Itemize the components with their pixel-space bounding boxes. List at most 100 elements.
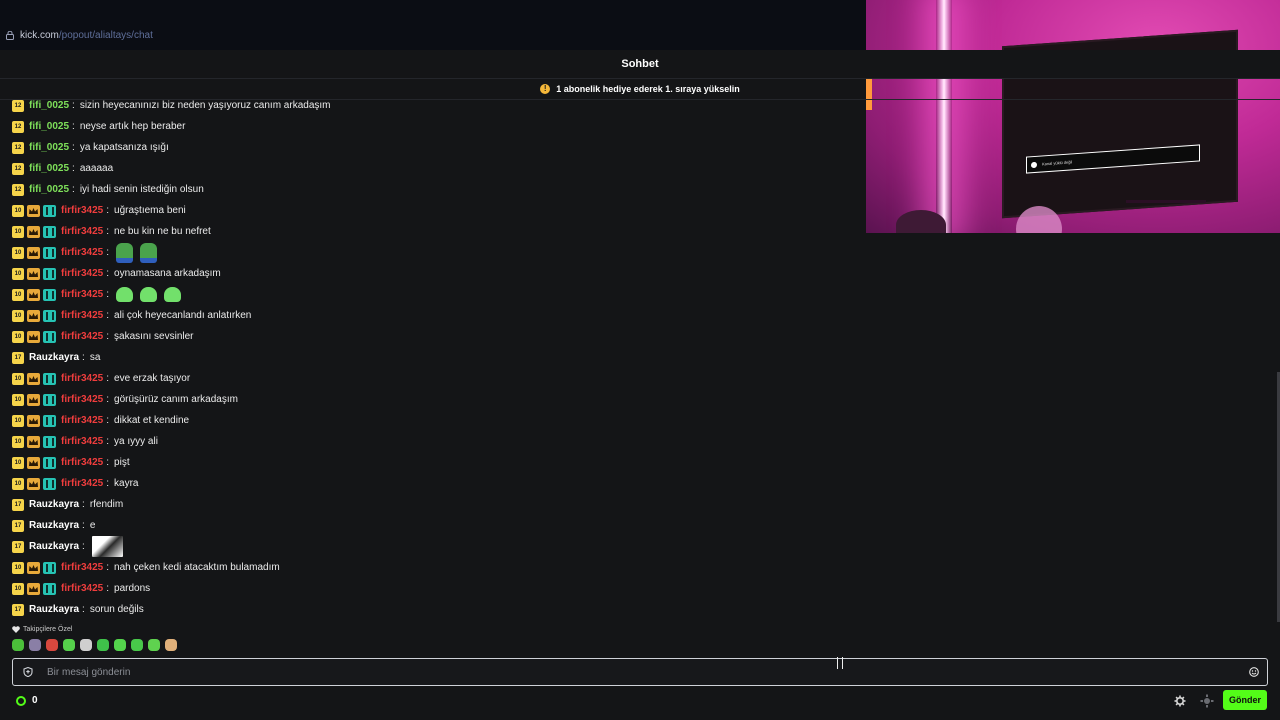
crown-badge-icon[interactable] bbox=[27, 246, 40, 259]
crown-badge-icon[interactable] bbox=[27, 393, 40, 406]
tray-emote[interactable] bbox=[80, 639, 92, 651]
message-username[interactable]: firfir3425 bbox=[61, 205, 103, 216]
tray-emote[interactable] bbox=[114, 639, 126, 651]
subscriber-badge[interactable]: 10 bbox=[12, 309, 24, 322]
tray-emote[interactable] bbox=[131, 639, 143, 651]
ghost-emote[interactable] bbox=[116, 287, 134, 302]
kick-badge-icon[interactable] bbox=[43, 435, 56, 448]
message-username[interactable]: firfir3425 bbox=[61, 226, 103, 237]
message-username[interactable]: Rauzkayra bbox=[29, 352, 79, 363]
kick-badge-icon[interactable] bbox=[43, 372, 56, 385]
tray-emote[interactable] bbox=[29, 639, 41, 651]
message-username[interactable]: firfir3425 bbox=[61, 436, 103, 447]
message-username[interactable]: firfir3425 bbox=[61, 268, 103, 279]
crown-badge-icon[interactable] bbox=[27, 582, 40, 595]
subscriber-badge[interactable]: 17 bbox=[12, 603, 24, 616]
message-username[interactable]: firfir3425 bbox=[61, 583, 103, 594]
subscriber-badge[interactable]: 10 bbox=[12, 582, 24, 595]
subscriber-badge[interactable]: 10 bbox=[12, 414, 24, 427]
channel-points[interactable]: 0 bbox=[16, 695, 38, 706]
message-username[interactable]: firfir3425 bbox=[61, 562, 103, 573]
message-input[interactable] bbox=[45, 665, 1249, 679]
message-composer[interactable] bbox=[12, 658, 1268, 686]
message-username[interactable]: fifi_0025 bbox=[29, 121, 69, 132]
subscriber-badge[interactable]: 12 bbox=[12, 162, 24, 175]
subscriber-badge[interactable]: 17 bbox=[12, 498, 24, 511]
crown-badge-icon[interactable] bbox=[27, 330, 40, 343]
subscriber-badge[interactable]: 10 bbox=[12, 267, 24, 280]
message-username[interactable]: Rauzkayra bbox=[29, 520, 79, 531]
pepe-emote[interactable] bbox=[140, 242, 158, 263]
kick-badge-icon[interactable] bbox=[43, 582, 56, 595]
crown-badge-icon[interactable] bbox=[27, 561, 40, 574]
kick-badge-icon[interactable] bbox=[43, 561, 56, 574]
pic-emote[interactable] bbox=[91, 536, 123, 557]
crown-badge-icon[interactable] bbox=[27, 309, 40, 322]
subscriber-badge[interactable]: 17 bbox=[12, 540, 24, 553]
send-button[interactable]: Gönder bbox=[1223, 690, 1267, 710]
mod-tools-icon[interactable] bbox=[1200, 694, 1214, 708]
kick-badge-icon[interactable] bbox=[43, 225, 56, 238]
message-username[interactable]: firfir3425 bbox=[61, 478, 103, 489]
kick-badge-icon[interactable] bbox=[43, 456, 56, 469]
tray-emote[interactable] bbox=[12, 639, 24, 651]
subscriber-badge[interactable]: 12 bbox=[12, 183, 24, 196]
message-username[interactable]: Rauzkayra bbox=[29, 604, 79, 615]
tray-emote[interactable] bbox=[46, 639, 58, 651]
kick-badge-icon[interactable] bbox=[43, 288, 56, 301]
crown-badge-icon[interactable] bbox=[27, 288, 40, 301]
subscriber-badge[interactable]: 10 bbox=[12, 393, 24, 406]
shield-icon[interactable] bbox=[23, 667, 33, 677]
subscriber-badge[interactable]: 10 bbox=[12, 225, 24, 238]
subscriber-badge[interactable]: 10 bbox=[12, 372, 24, 385]
message-username[interactable]: firfir3425 bbox=[61, 415, 103, 426]
emoji-icon[interactable] bbox=[1249, 667, 1259, 677]
crown-badge-icon[interactable] bbox=[27, 414, 40, 427]
address-bar[interactable]: kick.com/popout/alialtays/chat bbox=[6, 30, 153, 41]
crown-badge-icon[interactable] bbox=[27, 225, 40, 238]
kick-badge-icon[interactable] bbox=[43, 246, 56, 259]
subscriber-badge[interactable]: 17 bbox=[12, 519, 24, 532]
ghost-emote[interactable] bbox=[140, 287, 158, 302]
message-username[interactable]: firfir3425 bbox=[61, 247, 103, 258]
gear-icon[interactable] bbox=[1174, 695, 1186, 707]
crown-badge-icon[interactable] bbox=[27, 267, 40, 280]
kick-badge-icon[interactable] bbox=[43, 414, 56, 427]
kick-badge-icon[interactable] bbox=[43, 309, 56, 322]
tray-emote[interactable] bbox=[63, 639, 75, 651]
subscriber-badge[interactable]: 17 bbox=[12, 351, 24, 364]
kick-badge-icon[interactable] bbox=[43, 477, 56, 490]
subscriber-badge[interactable]: 10 bbox=[12, 561, 24, 574]
pepe-emote[interactable] bbox=[116, 242, 134, 263]
kick-badge-icon[interactable] bbox=[43, 330, 56, 343]
subscriber-badge[interactable]: 12 bbox=[12, 99, 24, 112]
message-username[interactable]: firfir3425 bbox=[61, 310, 103, 321]
crown-badge-icon[interactable] bbox=[27, 435, 40, 448]
subscriber-badge[interactable]: 10 bbox=[12, 435, 24, 448]
tray-emote[interactable] bbox=[97, 639, 109, 651]
subscriber-badge[interactable]: 12 bbox=[12, 120, 24, 133]
crown-badge-icon[interactable] bbox=[27, 204, 40, 217]
message-username[interactable]: fifi_0025 bbox=[29, 163, 69, 174]
kick-badge-icon[interactable] bbox=[43, 267, 56, 280]
message-username[interactable]: fifi_0025 bbox=[29, 184, 69, 195]
tray-emote[interactable] bbox=[148, 639, 160, 651]
tray-emote[interactable] bbox=[165, 639, 177, 651]
subscriber-badge[interactable]: 10 bbox=[12, 246, 24, 259]
subscriber-badge[interactable]: 10 bbox=[12, 456, 24, 469]
message-username[interactable]: fifi_0025 bbox=[29, 100, 69, 111]
kick-badge-icon[interactable] bbox=[43, 393, 56, 406]
ghost-emote[interactable] bbox=[164, 287, 182, 302]
crown-badge-icon[interactable] bbox=[27, 372, 40, 385]
subscriber-badge[interactable]: 10 bbox=[12, 477, 24, 490]
subscriber-badge[interactable]: 10 bbox=[12, 204, 24, 217]
crown-badge-icon[interactable] bbox=[27, 477, 40, 490]
message-username[interactable]: firfir3425 bbox=[61, 289, 103, 300]
message-username[interactable]: firfir3425 bbox=[61, 457, 103, 468]
message-username[interactable]: Rauzkayra bbox=[29, 499, 79, 510]
crown-badge-icon[interactable] bbox=[27, 456, 40, 469]
message-username[interactable]: Rauzkayra bbox=[29, 541, 79, 552]
subscriber-badge[interactable]: 12 bbox=[12, 141, 24, 154]
message-username[interactable]: fifi_0025 bbox=[29, 142, 69, 153]
message-username[interactable]: firfir3425 bbox=[61, 373, 103, 384]
